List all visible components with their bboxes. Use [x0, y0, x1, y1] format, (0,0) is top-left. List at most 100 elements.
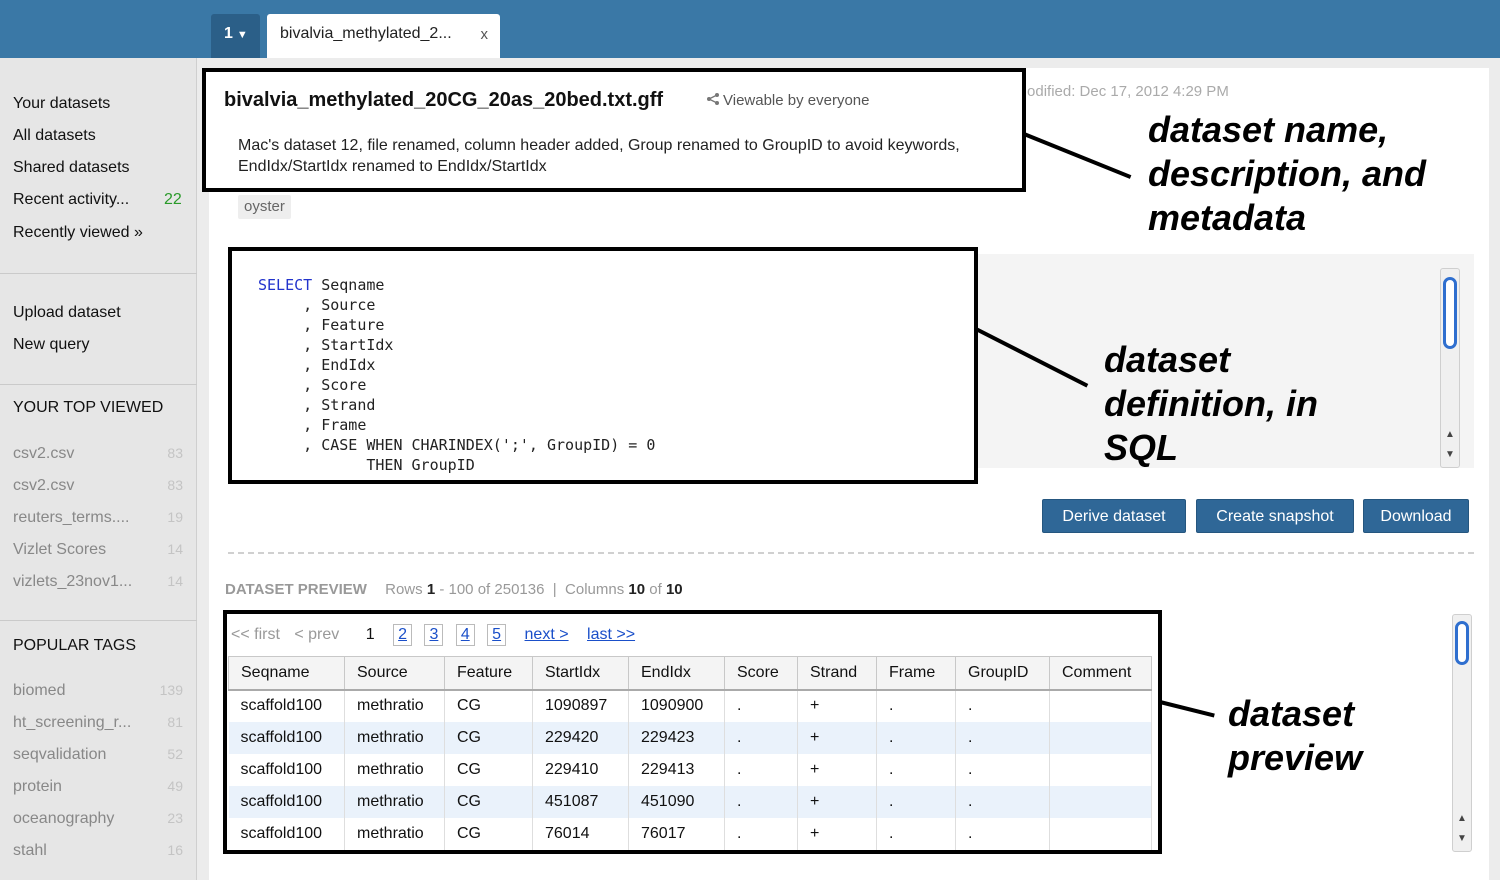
column-header[interactable]: StartIdx: [532, 656, 629, 691]
tab-dataset[interactable]: bivalvia_methylated_2... x: [267, 14, 500, 58]
column-header[interactable]: EndIdx: [628, 656, 725, 691]
table-cell: [1049, 753, 1152, 786]
view-count: 14: [167, 573, 183, 589]
table-row[interactable]: scaffold100 methratio CG 1090897 1090900. +..: [228, 689, 1152, 722]
sidebar-item-your-datasets[interactable]: Your datasets: [13, 95, 110, 113]
column-header[interactable]: Frame: [876, 656, 956, 691]
table-cell: .: [955, 689, 1050, 722]
annotation-line: definition, in: [1104, 383, 1318, 424]
column-header[interactable]: Strand: [797, 656, 877, 691]
top-bar: 1 ▼ bivalvia_methylated_2... x: [0, 0, 1500, 58]
scroll-down-icon[interactable]: ▼: [1443, 447, 1457, 463]
sidebar-item-recent-activity[interactable]: Recent activity... 22: [13, 191, 193, 209]
close-icon[interactable]: x: [481, 26, 489, 43]
table-cell: 229423: [628, 721, 725, 754]
popular-tag-item[interactable]: ht_screening_r... 81: [13, 714, 183, 732]
table-cell: [1049, 689, 1152, 722]
table-cell: +: [797, 817, 877, 850]
scrollbar-thumb[interactable]: [1443, 277, 1457, 349]
table-cell: .: [955, 785, 1050, 818]
share-icon: [707, 93, 719, 105]
popular-tag-item[interactable]: seqvalidation 52: [13, 746, 183, 764]
item-name: csv2.csv: [13, 445, 75, 462]
table-cell: 451090: [628, 785, 725, 818]
sql-line: , Strand: [258, 396, 376, 414]
tag-count: 52: [167, 746, 183, 762]
sidebar-item-all-datasets[interactable]: All datasets: [13, 127, 96, 145]
table-cell: +: [797, 753, 877, 786]
table-row[interactable]: scaffold100 methratio CG 229410 229413. +..: [228, 753, 1152, 786]
visibility-link[interactable]: Viewable by everyone: [706, 92, 869, 109]
column-header[interactable]: Comment: [1049, 656, 1152, 691]
upload-dataset-link[interactable]: Upload dataset: [13, 304, 121, 322]
pager-page[interactable]: 3: [424, 624, 444, 646]
preview-label: DATASET PREVIEW: [225, 581, 367, 598]
pager-page[interactable]: 4: [455, 624, 475, 646]
column-header[interactable]: Source: [344, 656, 445, 691]
row-start: 1: [426, 581, 436, 598]
preview-scrollbar[interactable]: ▲ ▼: [1452, 614, 1472, 852]
total-rows: 250136: [494, 581, 545, 598]
table-cell: CG: [444, 785, 533, 818]
top-viewed-item[interactable]: reuters_terms.... 19: [13, 509, 183, 527]
top-viewed-item[interactable]: csv2.csv 83: [13, 445, 183, 463]
scroll-up-icon[interactable]: ▲: [1443, 427, 1457, 443]
sidebar-item-shared-datasets[interactable]: Shared datasets: [13, 159, 130, 177]
pager-next[interactable]: next >: [525, 626, 569, 643]
table-row[interactable]: scaffold100 methratio CG 451087 451090. +..: [228, 785, 1152, 818]
table-header-row: Seqname Source Feature StartIdx EndIdx Score S…: [228, 656, 1152, 691]
pager-last[interactable]: last >>: [587, 626, 635, 643]
table-cell: CG: [444, 817, 533, 850]
item-name: vizlets_23nov1...: [13, 573, 133, 590]
annotation-metadata: dataset name, description, and metadata: [1148, 108, 1426, 240]
scroll-down-icon[interactable]: ▼: [1455, 831, 1469, 847]
table-cell: CG: [444, 753, 533, 786]
activity-count-badge: 22: [164, 191, 182, 208]
preview-table: Seqname Source Feature StartIdx EndIdx Score S…: [228, 656, 1152, 850]
scrollbar-thumb[interactable]: [1455, 621, 1469, 665]
column-header[interactable]: Seqname: [228, 656, 345, 691]
pager-prev: < prev: [294, 626, 340, 643]
popular-tag-item[interactable]: protein 49: [13, 778, 183, 796]
tag-count: 139: [159, 682, 183, 698]
table-cell: scaffold100: [228, 753, 345, 786]
column-header[interactable]: Score: [724, 656, 798, 691]
annotation-line: dataset: [1228, 693, 1355, 734]
sql-code[interactable]: SELECT Seqname , Source , Feature , Star…: [258, 275, 655, 475]
sql-scrollbar[interactable]: ▲ ▼: [1440, 268, 1460, 468]
download-button[interactable]: Download: [1363, 499, 1469, 533]
table-row[interactable]: scaffold100 methratio CG 76014 76017. +..: [228, 817, 1152, 850]
section-divider: [228, 552, 1474, 554]
new-query-link[interactable]: New query: [13, 336, 89, 354]
popular-tag-item[interactable]: oceanography 23: [13, 810, 183, 828]
table-cell: +: [797, 721, 877, 754]
tag-name: oceanography: [13, 810, 115, 827]
tag-oyster[interactable]: oyster: [238, 195, 291, 219]
sidebar: Your datasets All datasets Shared datase…: [0, 58, 197, 880]
derive-dataset-button[interactable]: Derive dataset: [1042, 499, 1186, 533]
rows-text: Rows: [385, 581, 423, 598]
create-snapshot-button[interactable]: Create snapshot: [1196, 499, 1354, 533]
annotation-line: metadata: [1148, 197, 1307, 238]
table-cell: 229413: [628, 753, 725, 786]
table-row[interactable]: scaffold100 methratio CG 229420 229423. +..: [228, 721, 1152, 754]
table-cell: [1049, 785, 1152, 818]
tag-name: stahl: [13, 842, 47, 859]
popular-tag-item[interactable]: stahl 16: [13, 842, 183, 860]
view-count: 19: [167, 509, 183, 525]
sql-definition-box: SELECT Seqname , Source , Feature , Star…: [228, 247, 978, 484]
pager-page[interactable]: 5: [487, 624, 507, 646]
pager-page[interactable]: 2: [393, 624, 412, 646]
columns-shown: 10: [628, 581, 646, 598]
column-header[interactable]: Feature: [444, 656, 533, 691]
sidebar-item-label: Your datasets: [13, 95, 111, 112]
top-viewed-item[interactable]: vizlets_23nov1... 14: [13, 573, 183, 591]
popular-tag-item[interactable]: biomed 139: [13, 682, 183, 700]
top-viewed-item[interactable]: Vizlet Scores 14: [13, 541, 183, 559]
scroll-up-icon[interactable]: ▲: [1455, 811, 1469, 827]
sql-line: THEN GroupID: [258, 456, 475, 474]
column-header[interactable]: GroupID: [955, 656, 1050, 691]
tab-counter[interactable]: 1 ▼: [211, 14, 260, 58]
top-viewed-item[interactable]: csv2.csv 83: [13, 477, 183, 495]
sidebar-item-recently-viewed[interactable]: Recently viewed »: [13, 224, 143, 242]
